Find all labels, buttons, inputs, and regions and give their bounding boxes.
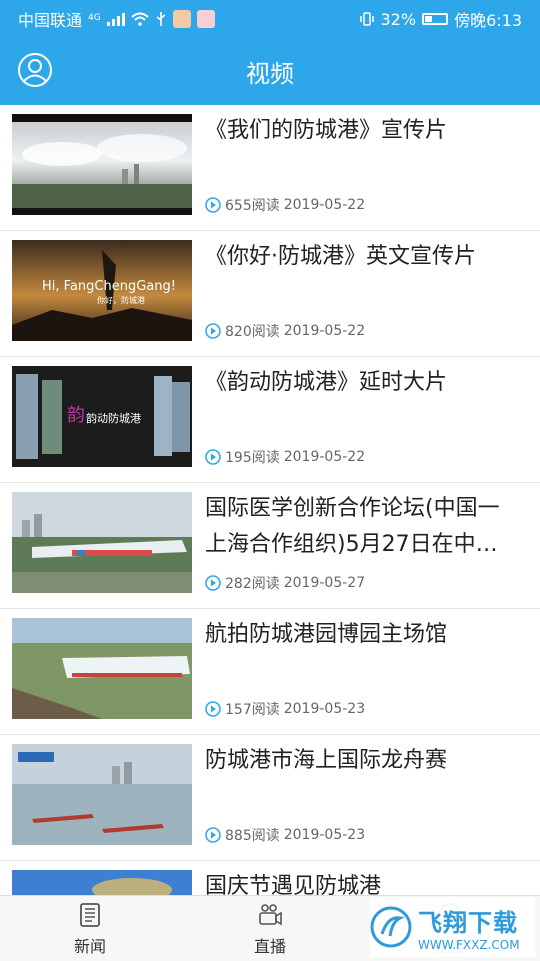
video-meta: 885阅读 2019-05-23 <box>205 825 365 845</box>
watermark-text: 飞翔下载 WWW.FXXZ.COM <box>418 903 520 952</box>
video-thumbnail[interactable] <box>12 114 192 215</box>
thumbnail-caption: 韵动防城港 <box>86 411 141 425</box>
user-profile-icon[interactable] <box>17 52 53 88</box>
video-meta: 655阅读 2019-05-22 <box>205 195 365 215</box>
tab-label: 新闻 <box>73 936 106 956</box>
video-title[interactable]: 《韵动防城港》延时大片 <box>205 365 518 401</box>
status-bar-left: 中国联通 4G <box>18 7 215 31</box>
video-thumbnail[interactable] <box>12 492 192 593</box>
video-item[interactable]: 国庆节遇见防城港 <box>0 861 540 895</box>
publish-date: 2019-05-22 <box>283 323 366 339</box>
wifi-icon <box>131 12 149 26</box>
publish-date: 2019-05-23 <box>283 701 366 717</box>
publish-date: 2019-05-23 <box>283 827 366 843</box>
play-circle-icon <box>205 701 221 717</box>
video-item[interactable]: 《我们的防城港》宣传片 655阅读 2019-05-22 <box>0 105 540 231</box>
video-title[interactable]: 防城港市海上国际龙舟赛 <box>205 743 518 779</box>
live-camera-icon <box>259 903 282 925</box>
site-watermark: 飞翔下载 WWW.FXXZ.COM <box>370 897 535 957</box>
clock: 傍晚6:13 <box>454 11 522 30</box>
tab-label: 直播 <box>253 936 286 956</box>
play-circle-icon <box>205 323 221 339</box>
play-circle-icon <box>205 575 221 591</box>
watermark-title: 飞翔下载 <box>418 908 518 937</box>
video-thumbnail[interactable]: 韵 韵动防城港 <box>12 366 192 467</box>
video-title[interactable]: 《你好·防城港》英文宣传片 <box>205 239 518 275</box>
app-header: 视频 <box>0 38 540 105</box>
vibrate-icon <box>359 12 374 26</box>
video-item[interactable]: Hi, FangChengGang! 你好，防城港 《你好·防城港》英文宣传片 … <box>0 231 540 357</box>
watermark-logo <box>370 906 412 948</box>
battery-percent: 32% <box>380 9 417 29</box>
publish-date: 2019-05-22 <box>283 449 366 465</box>
read-count: 195阅读 <box>225 450 280 466</box>
video-thumbnail[interactable] <box>12 744 192 845</box>
read-count: 157阅读 <box>225 702 280 718</box>
read-count: 820阅读 <box>225 324 280 340</box>
video-title[interactable]: 《我们的防城港》宣传片 <box>205 113 518 149</box>
thumbnail-subcaption: 你好，防城港 <box>97 295 145 305</box>
carrier-name: 中国联通 <box>18 11 83 30</box>
watermark-url: WWW.FXXZ.COM <box>418 937 520 952</box>
tab-news[interactable]: 新闻 <box>0 896 180 961</box>
video-title[interactable]: 国庆节遇见防城港 <box>205 869 518 895</box>
video-title[interactable]: 国际医学创新合作论坛(中国一上海合作组织)5月27日在中… <box>205 491 518 563</box>
video-item[interactable]: 国际医学创新合作论坛(中国一上海合作组织)5月27日在中… 282阅读 2019… <box>0 483 540 609</box>
newspaper-icon <box>80 902 100 927</box>
status-bar-right: 32% 傍晚6:13 <box>359 7 522 31</box>
usb-icon <box>156 12 166 26</box>
video-thumbnail[interactable] <box>12 870 192 895</box>
video-title[interactable]: 航拍防城港园博园主场馆 <box>205 617 518 653</box>
network-type: 4G <box>88 13 101 23</box>
thumbnail-caption: Hi, FangChengGang! <box>42 279 176 294</box>
read-count: 282阅读 <box>225 576 280 592</box>
video-list[interactable]: 《我们的防城港》宣传片 655阅读 2019-05-22 Hi, FangChe… <box>0 105 540 895</box>
status-bar: 中国联通 4G 32% 傍晚6:13 <box>0 0 540 38</box>
video-meta: 157阅读 2019-05-23 <box>205 699 365 719</box>
svg-text:韵: 韵 <box>67 405 85 426</box>
video-item[interactable]: 航拍防城港园博园主场馆 157阅读 2019-05-23 <box>0 609 540 735</box>
video-thumbnail[interactable]: Hi, FangChengGang! 你好，防城港 <box>12 240 192 341</box>
video-meta: 282阅读 2019-05-27 <box>205 573 365 593</box>
publish-date: 2019-05-22 <box>283 197 366 213</box>
signal-icon <box>106 12 125 26</box>
play-circle-icon <box>205 827 221 843</box>
battery-icon <box>422 13 449 25</box>
video-meta: 820阅读 2019-05-22 <box>205 321 365 341</box>
play-circle-icon <box>205 197 221 213</box>
app-notification-icon-2 <box>196 10 215 28</box>
read-count: 885阅读 <box>225 828 280 844</box>
play-circle-icon <box>205 449 221 465</box>
video-meta: 195阅读 2019-05-22 <box>205 447 365 467</box>
video-item[interactable]: 防城港市海上国际龙舟赛 885阅读 2019-05-23 <box>0 735 540 861</box>
page-title: 视频 <box>246 60 294 88</box>
read-count: 655阅读 <box>225 198 280 214</box>
tab-live[interactable]: 直播 <box>180 896 360 961</box>
video-thumbnail[interactable] <box>12 618 192 719</box>
app-notification-icon <box>172 10 191 28</box>
publish-date: 2019-05-27 <box>283 575 366 591</box>
video-item[interactable]: 韵 韵动防城港 《韵动防城港》延时大片 195阅读 2019-05-22 <box>0 357 540 483</box>
